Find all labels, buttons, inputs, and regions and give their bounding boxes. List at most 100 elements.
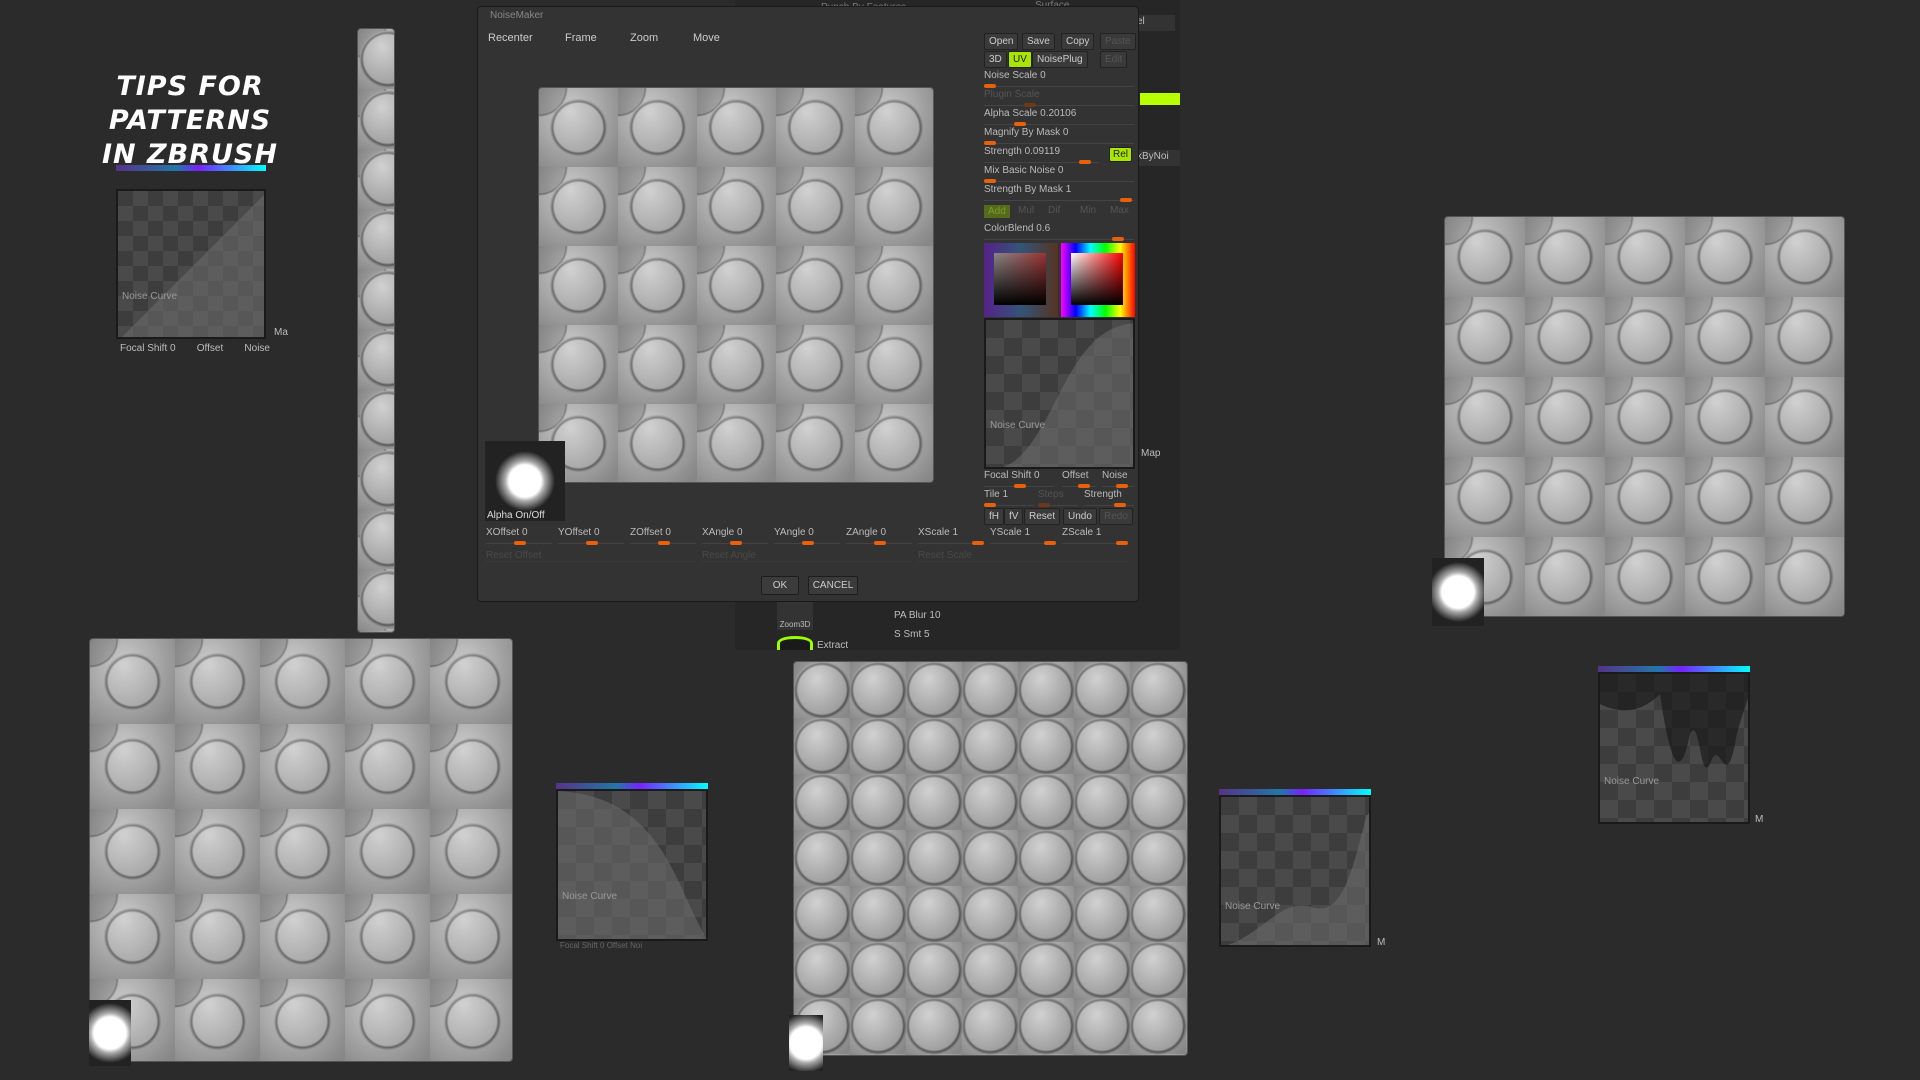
undo-button[interactable]: Undo — [1063, 508, 1097, 525]
pattern-preview-right — [1444, 216, 1845, 617]
tile-slider[interactable]: Tile 1 — [984, 489, 1034, 507]
ok-button[interactable]: OK — [761, 576, 799, 595]
extract-icon[interactable] — [777, 636, 813, 650]
strength-by-mask-slider[interactable]: Strength By Mask 1 — [984, 184, 1134, 202]
pa-blur-slider[interactable]: PA Blur 10 — [894, 610, 941, 621]
curve-line — [122, 195, 264, 337]
color-gradient-bar — [116, 165, 266, 171]
frame-button[interactable]: Frame — [565, 32, 597, 44]
noise-curve-graph[interactable]: Noise Curve — [556, 789, 708, 941]
noiseplug-button[interactable]: NoisePlug — [1032, 51, 1088, 68]
map-label: Map — [1141, 448, 1161, 459]
blend-add-button[interactable]: Add — [984, 205, 1010, 218]
small-noise-curve-panel: Noise Curve Focal Shift 0 Offset Noise M… — [116, 165, 288, 360]
extract-button[interactable]: Extract — [817, 640, 848, 651]
curve-panel-3: Noise Curve M — [1598, 666, 1763, 831]
reset-offset-button[interactable]: Reset Offset — [486, 550, 696, 562]
noise-curve-label: Noise Curve — [990, 420, 1046, 431]
xangle-slider[interactable]: XAngle 0 — [702, 527, 768, 545]
save-button[interactable]: Save — [1022, 33, 1055, 50]
reset-curve-button[interactable]: Reset — [1024, 508, 1061, 525]
color-blend-slider[interactable]: ColorBlend 0.6 — [984, 223, 1134, 241]
side-label: M — [1377, 937, 1386, 948]
alpha-thumbnail[interactable]: Alpha On/Off — [485, 441, 565, 521]
title-line-1: TIPS FOR PATTERNS — [108, 71, 272, 136]
curve-panel-2: Noise Curve M — [1219, 789, 1389, 949]
main-color-picker[interactable] — [1061, 243, 1135, 317]
noise-curve-graph[interactable]: Noise Curve — [116, 189, 266, 339]
noise-preview-canvas[interactable] — [538, 87, 934, 483]
noise-slider[interactable]: Noise — [1102, 470, 1134, 488]
noise-label[interactable]: Noise — [244, 343, 270, 354]
alpha-thumbnail-bottom-middle — [789, 1015, 823, 1071]
focal-shift-slider[interactable]: Focal Shift 0 — [984, 470, 1054, 488]
alpha-scale-slider[interactable]: Alpha Scale 0.20106 — [984, 108, 1134, 126]
secondary-color-picker[interactable] — [984, 243, 1058, 317]
curve-panel-1: Noise Curve Focal Shift 0 Offset Noi — [556, 783, 711, 950]
blend-min-button[interactable]: Min — [1080, 205, 1096, 216]
move-button[interactable]: Move — [693, 32, 720, 44]
right-menu-item[interactable]: el — [1135, 15, 1175, 31]
reset-angle-button[interactable]: Reset Angle — [702, 550, 912, 562]
zoffset-slider[interactable]: ZOffset 0 — [630, 527, 696, 545]
noise-curve-graph[interactable]: Noise Curve — [1598, 672, 1750, 824]
xoffset-slider[interactable]: XOffset 0 — [486, 527, 552, 545]
flip-h-button[interactable]: fH — [984, 508, 1004, 525]
blend-max-button[interactable]: Max — [1110, 205, 1129, 216]
steps-slider[interactable]: Steps — [1038, 489, 1078, 507]
offset-label[interactable]: Offset — [197, 343, 224, 354]
noise-curve-editor[interactable]: Noise Curve — [984, 318, 1135, 469]
noise-scale-slider[interactable]: Noise Scale 0 — [984, 70, 1134, 88]
reset-scale-button[interactable]: Reset Scale — [918, 550, 1128, 562]
paste-button[interactable]: Paste — [1100, 33, 1136, 50]
blend-dif-button[interactable]: Dif — [1048, 205, 1060, 216]
accent-bar — [1140, 93, 1180, 105]
zangle-slider[interactable]: ZAngle 0 — [846, 527, 912, 545]
zscale-slider[interactable]: ZScale 1 — [1062, 527, 1128, 545]
curve-line — [1600, 674, 1748, 768]
dialog-title: NoiseMaker — [490, 10, 544, 21]
pattern-preview-bottom-middle — [793, 661, 1188, 1056]
curve-line — [1003, 323, 1133, 467]
focal-shift-label[interactable]: Focal Shift 0 — [120, 343, 176, 354]
offset-slider[interactable]: Offset — [1062, 470, 1096, 488]
mix-basic-noise-slider[interactable]: Mix Basic Noise 0 — [984, 165, 1134, 183]
noise-curve-graph[interactable]: Noise Curve — [1219, 795, 1371, 947]
axis-slider-row: XOffset 0 YOffset 0 ZOffset 0 XAngle 0 Y… — [486, 527, 1132, 547]
plugin-scale-slider[interactable]: Plugin Scale — [984, 89, 1134, 107]
side-label: Ma — [274, 327, 288, 338]
edit-button[interactable]: Edit — [1100, 51, 1128, 68]
s-smt-slider[interactable]: S Smt 5 — [894, 629, 930, 640]
curve-line — [1227, 812, 1369, 945]
rel-toggle[interactable]: Rel — [1109, 147, 1133, 162]
strength-slider[interactable]: Strength 0.09119 — [984, 146, 1099, 164]
cancel-button[interactable]: CANCEL — [808, 576, 858, 595]
curve-strength-slider[interactable]: Strength — [1084, 489, 1134, 507]
copy-button[interactable]: Copy — [1061, 33, 1095, 50]
noise-curve-label: Noise Curve — [1604, 776, 1660, 787]
knock-by-noise-button[interactable]: kByNoi — [1135, 150, 1180, 166]
uv-button[interactable]: UV — [1008, 51, 1032, 68]
redo-button[interactable]: Redo — [1099, 508, 1133, 525]
side-label: M — [1755, 814, 1764, 825]
xscale-slider[interactable]: XScale 1 — [918, 527, 984, 545]
yscale-slider[interactable]: YScale 1 — [990, 527, 1056, 545]
yangle-slider[interactable]: YAngle 0 — [774, 527, 840, 545]
zoom-button[interactable]: Zoom — [630, 32, 658, 44]
pattern-preview-bottom-left — [89, 638, 513, 1062]
magnify-by-mask-slider[interactable]: Magnify By Mask 0 — [984, 127, 1134, 145]
alpha-thumbnail-bottom-left — [89, 1000, 131, 1066]
flip-v-button[interactable]: fV — [1004, 508, 1024, 525]
zoom3d-button[interactable]: Zoom3D — [777, 600, 813, 630]
3d-button[interactable]: 3D — [984, 51, 1007, 68]
open-button[interactable]: Open — [984, 33, 1019, 50]
page-title: TIPS FOR PATTERNS IN ZBRUSH — [40, 70, 340, 172]
blend-mul-button[interactable]: Mul — [1018, 205, 1034, 216]
noise-curve-label: Noise Curve — [1225, 901, 1281, 912]
curve-line — [558, 791, 706, 939]
noisemaker-dialog: NoiseMaker Recenter Frame Zoom Move Alph… — [477, 6, 1139, 602]
alpha-thumbnail-right — [1432, 558, 1484, 626]
curve-panel-footer: Focal Shift 0 Offset Noi — [560, 941, 643, 950]
yoffset-slider[interactable]: YOffset 0 — [558, 527, 624, 545]
recenter-button[interactable]: Recenter — [488, 32, 533, 44]
